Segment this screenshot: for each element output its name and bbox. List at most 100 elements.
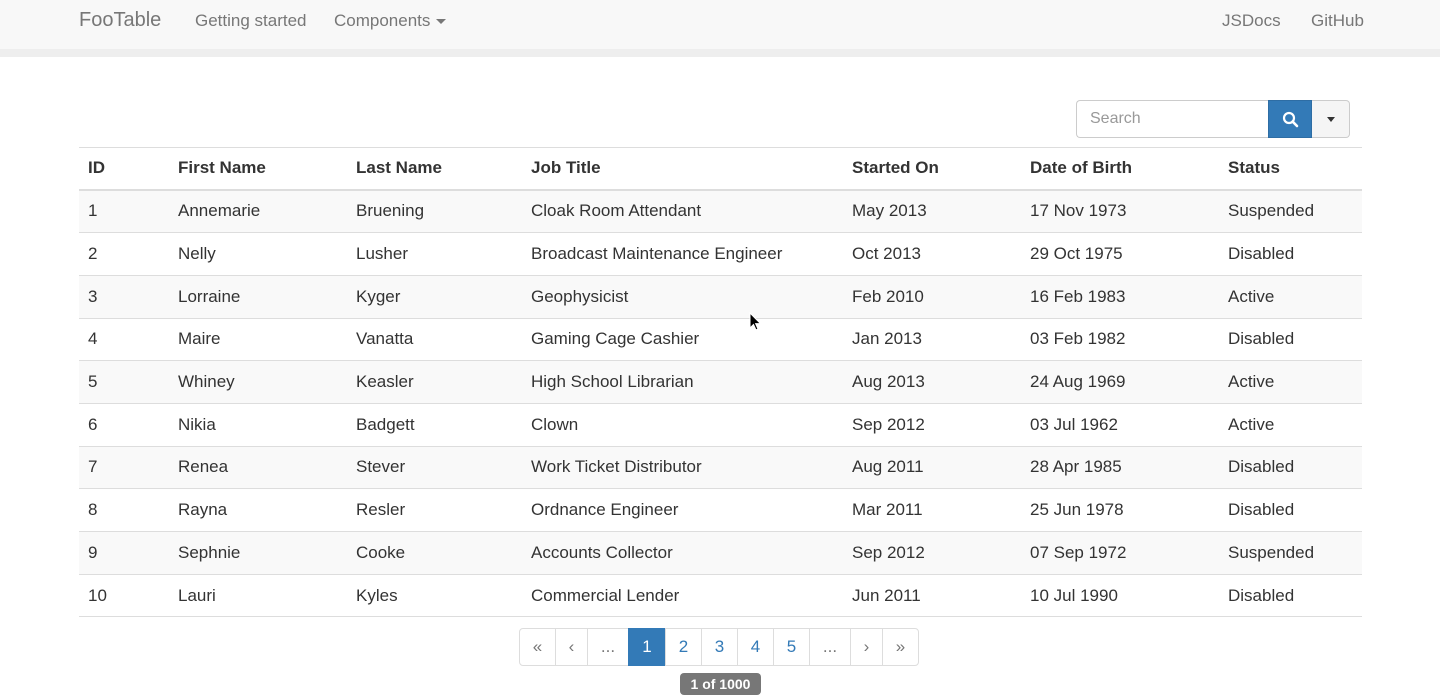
cell-status: Disabled [1219,488,1362,532]
cell-first-name: Annemarie [169,189,347,234]
cell-date-of-birth: 25 Jun 1978 [1021,488,1219,532]
cell-first-name: Lorraine [169,275,347,319]
cell-id: 10 [79,574,169,618]
page-3[interactable]: 3 [701,628,738,666]
cell-first-name: Rayna [169,488,347,532]
nav-getting-started[interactable]: Getting started [195,10,307,32]
table-row[interactable]: 4 Maire Vanatta Gaming Cage Cashier Jan 2013… [79,318,1362,362]
cell-started-on: Sep 2012 [843,403,1021,447]
cell-last-name: Resler [347,488,522,532]
cell-last-name: Kyles [347,574,522,618]
cell-last-name: Stever [347,446,522,490]
cell-first-name: Nikia [169,403,347,447]
page-prev-button[interactable]: ‹ [555,628,588,666]
column-header-job-title[interactable]: Job Title [522,147,843,191]
nav-jsdocs[interactable]: JSDocs [1222,10,1281,32]
cell-job-title: Clown [522,403,843,447]
column-header-started-on[interactable]: Started On [843,147,1021,191]
cell-id: 5 [79,360,169,404]
cell-last-name: Keasler [347,360,522,404]
cell-id: 6 [79,403,169,447]
cell-date-of-birth: 03 Jul 1962 [1021,403,1219,447]
cell-first-name: Whiney [169,360,347,404]
search-input[interactable] [1076,100,1268,138]
cell-job-title: Cloak Room Attendant [522,189,843,234]
cell-last-name: Bruening [347,189,522,234]
cell-first-name: Nelly [169,232,347,276]
table-row[interactable]: 7 Renea Stever Work Ticket Distributor Aug 2… [79,446,1362,490]
column-header-last-name[interactable]: Last Name [347,147,522,191]
page-4[interactable]: 4 [737,628,774,666]
navbar: FooTable Getting started Components JSDo… [0,0,1440,57]
cell-job-title: Accounts Collector [522,531,843,575]
table-row[interactable]: 9 Sephnie Cooke Accounts Collector Sep 2012 0… [79,531,1362,575]
cell-id: 4 [79,318,169,362]
cell-first-name: Maire [169,318,347,362]
cell-id: 9 [79,531,169,575]
cell-status: Active [1219,360,1362,404]
nav-components-dropdown[interactable]: Components [334,10,447,32]
table-body: 1 Annemarie Bruening Cloak Room Attendant Ma… [79,189,1362,618]
table-row[interactable]: 3 Lorraine Kyger Geophysicist Feb 2010 16 Feb… [79,275,1362,319]
cell-started-on: Aug 2011 [843,446,1021,490]
cell-first-name: Sephnie [169,531,347,575]
page-ellipsis-right[interactable]: ... [809,628,851,666]
cell-last-name: Badgett [347,403,522,447]
cell-started-on: Mar 2011 [843,488,1021,532]
search-group [1076,100,1350,138]
table-row[interactable]: 8 Rayna Resler Ordnance Engineer Mar 2011 25 … [79,488,1362,532]
cell-last-name: Lusher [347,232,522,276]
cell-job-title: High School Librarian [522,360,843,404]
cell-date-of-birth: 28 Apr 1985 [1021,446,1219,490]
cell-started-on: Jan 2013 [843,318,1021,362]
caret-down-icon [1326,116,1335,122]
nav-github[interactable]: GitHub [1311,10,1364,32]
page-1[interactable]: 1 [628,628,666,666]
cell-status: Active [1219,403,1362,447]
page-first-button[interactable]: « [519,628,556,666]
table-row[interactable]: 10 Lauri Kyles Commercial Lender Jun 2011 10 … [79,574,1362,618]
mouse-cursor-icon [749,312,762,331]
column-header-id[interactable]: ID [79,147,169,191]
page-last-button[interactable]: » [882,628,919,666]
navbar-divider [0,49,1440,57]
data-table: ID First Name Last Name Job Title Started On… [79,147,1362,618]
brand-link[interactable]: FooTable [79,9,161,31]
table-row[interactable]: 1 Annemarie Bruening Cloak Room Attendant Ma… [79,189,1362,234]
table-row[interactable]: 5 Whiney Keasler High School Librarian Aug 2… [79,360,1362,404]
page-count-label: 1 of 1000 [680,673,761,695]
search-options-dropdown[interactable] [1312,100,1350,138]
cell-job-title: Commercial Lender [522,574,843,618]
cell-id: 8 [79,488,169,532]
caret-down-icon [436,19,447,25]
cell-first-name: Lauri [169,574,347,618]
column-header-status[interactable]: Status [1219,147,1362,191]
cell-status: Suspended [1219,189,1362,234]
cell-last-name: Kyger [347,275,522,319]
table-header-row: ID First Name Last Name Job Title Started On… [79,147,1362,191]
page-next-button[interactable]: › [850,628,883,666]
cell-date-of-birth: 10 Jul 1990 [1021,574,1219,618]
page-5[interactable]: 5 [773,628,810,666]
nav-components-label: Components [334,11,431,30]
cell-first-name: Renea [169,446,347,490]
page-ellipsis-left[interactable]: ... [587,628,629,666]
cell-id: 2 [79,232,169,276]
cell-date-of-birth: 29 Oct 1975 [1021,232,1219,276]
cell-last-name: Vanatta [347,318,522,362]
table-row[interactable]: 2 Nelly Lusher Broadcast Maintenance Engine… [79,232,1362,276]
table-row[interactable]: 6 Nikia Badgett Clown Sep 2012 03 Jul 1962 Act… [79,403,1362,447]
cell-last-name: Cooke [347,531,522,575]
column-header-date-of-birth[interactable]: Date of Birth [1021,147,1219,191]
search-button[interactable] [1268,100,1312,138]
column-header-first-name[interactable]: First Name [169,147,347,191]
cell-job-title: Broadcast Maintenance Engineer [522,232,843,276]
cell-status: Disabled [1219,446,1362,490]
cell-id: 3 [79,275,169,319]
cell-started-on: Jun 2011 [843,574,1021,618]
cell-date-of-birth: 24 Aug 1969 [1021,360,1219,404]
cell-started-on: Oct 2013 [843,232,1021,276]
page-2[interactable]: 2 [665,628,702,666]
cell-job-title: Geophysicist [522,275,843,319]
cell-status: Active [1219,275,1362,319]
